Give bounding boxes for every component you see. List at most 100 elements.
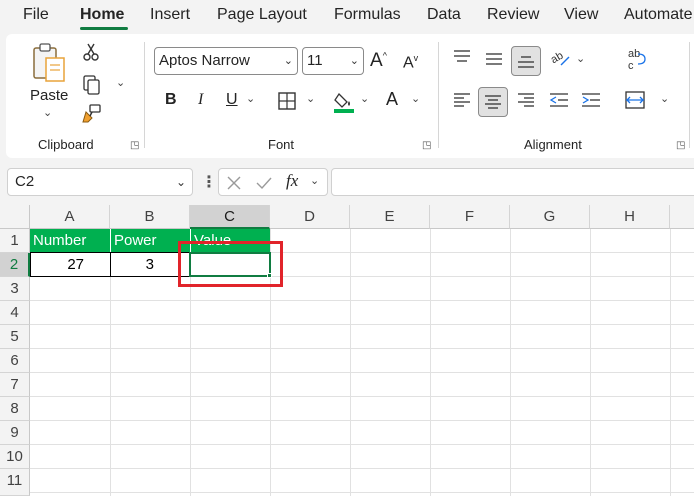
- column-header-c[interactable]: C: [190, 205, 270, 229]
- row-header-9[interactable]: 9: [0, 421, 30, 445]
- cell-a1[interactable]: Number: [30, 229, 110, 253]
- merge-dropdown-icon[interactable]: ⌄: [660, 92, 669, 105]
- column-header-a[interactable]: A: [30, 205, 110, 229]
- bottom-align-button[interactable]: [511, 46, 541, 76]
- tab-data[interactable]: Data: [427, 6, 461, 24]
- gridline: [670, 229, 671, 496]
- font-name-value: Aptos Narrow: [159, 52, 250, 69]
- column-header-b[interactable]: B: [110, 205, 190, 229]
- bold-icon[interactable]: B: [165, 91, 177, 109]
- cell-a2[interactable]: 27: [30, 252, 111, 277]
- row-header-1[interactable]: 1: [0, 229, 30, 253]
- gridline: [30, 324, 694, 325]
- orientation-icon[interactable]: ab: [549, 48, 571, 68]
- group-separator: [438, 42, 439, 148]
- chevron-down-icon: ⌄: [349, 55, 359, 67]
- align-center-button[interactable]: [478, 87, 508, 117]
- gridline: [590, 229, 591, 496]
- orientation-dropdown-icon[interactable]: ⌄: [576, 52, 585, 65]
- font-size-combo[interactable]: 11 ⌄: [302, 47, 364, 75]
- format-painter-icon[interactable]: [82, 104, 102, 124]
- font-color-dropdown-icon[interactable]: ⌄: [411, 92, 420, 105]
- fill-color-dropdown-icon[interactable]: ⌄: [360, 92, 369, 105]
- column-header-f[interactable]: F: [430, 205, 510, 229]
- svg-text:c: c: [628, 60, 634, 72]
- formula-buttons: fx ⌄: [218, 168, 328, 196]
- copy-icon[interactable]: [82, 74, 102, 96]
- chevron-down-icon[interactable]: ⌄: [176, 175, 186, 189]
- gridline: [430, 229, 431, 496]
- tab-formulas[interactable]: Formulas: [334, 6, 401, 24]
- gridline: [510, 229, 511, 496]
- gridline: [30, 420, 694, 421]
- underline-dropdown-icon[interactable]: ⌄: [246, 92, 255, 105]
- underline-icon[interactable]: U: [226, 91, 238, 109]
- column-header-partial[interactable]: [670, 205, 694, 229]
- increase-font-size-icon[interactable]: A^: [370, 50, 387, 72]
- row-header-3[interactable]: 3: [0, 277, 30, 301]
- gridline: [30, 468, 694, 469]
- column-header-e[interactable]: E: [350, 205, 430, 229]
- column-header-d[interactable]: D: [270, 205, 350, 229]
- row-header-10[interactable]: 10: [0, 445, 30, 469]
- align-right-icon[interactable]: [516, 92, 536, 108]
- decrease-font-size-icon[interactable]: Av: [403, 53, 418, 72]
- row-header-7[interactable]: 7: [0, 373, 30, 397]
- font-color-icon[interactable]: A: [386, 89, 398, 110]
- row-header-11[interactable]: 11: [0, 469, 30, 496]
- paste-label[interactable]: Paste: [30, 87, 68, 104]
- middle-align-icon[interactable]: [484, 51, 504, 67]
- group-separator: [144, 42, 145, 148]
- formula-input[interactable]: [331, 168, 694, 196]
- tab-view[interactable]: View: [564, 6, 598, 24]
- row-header-4[interactable]: 4: [0, 301, 30, 325]
- name-box-value: C2: [15, 173, 35, 190]
- align-center-icon: [485, 95, 501, 109]
- merge-center-icon[interactable]: [624, 90, 646, 110]
- font-name-combo[interactable]: Aptos Narrow ⌄: [154, 47, 298, 75]
- decrease-indent-icon[interactable]: [548, 92, 570, 108]
- highlight-box: [178, 241, 283, 287]
- select-all-button[interactable]: [0, 205, 30, 229]
- tab-home[interactable]: Home: [80, 6, 124, 24]
- top-align-icon[interactable]: [452, 49, 472, 65]
- tab-insert[interactable]: Insert: [150, 6, 190, 24]
- ribbon: Paste ⌄ ⌄ Clipboard ◳ Aptos Narrow ⌄ 11 …: [6, 34, 694, 158]
- gridline: [30, 396, 694, 397]
- gridline: [30, 348, 694, 349]
- increase-indent-icon[interactable]: [580, 92, 602, 108]
- row-header-2[interactable]: 2: [0, 253, 30, 277]
- wrap-text-icon[interactable]: ab c: [626, 47, 648, 73]
- clipboard-group-label: Clipboard: [38, 137, 94, 152]
- alignment-launcher-icon[interactable]: ◳: [676, 140, 685, 151]
- tab-file[interactable]: File: [23, 6, 49, 24]
- formula-bar-resize-handle[interactable]: ⋮: [201, 172, 217, 192]
- enter-icon[interactable]: [255, 175, 273, 191]
- row-header-6[interactable]: 6: [0, 349, 30, 373]
- column-header-h[interactable]: H: [590, 205, 670, 229]
- borders-dropdown-icon[interactable]: ⌄: [306, 92, 315, 105]
- align-left-icon[interactable]: [452, 92, 472, 108]
- italic-icon[interactable]: I: [198, 91, 203, 109]
- borders-icon[interactable]: [277, 91, 297, 111]
- chevron-down-icon[interactable]: ⌄: [310, 174, 319, 187]
- font-size-value: 11: [307, 52, 323, 69]
- font-launcher-icon[interactable]: ◳: [422, 140, 431, 151]
- tab-review[interactable]: Review: [487, 6, 539, 24]
- name-box[interactable]: C2 ⌄: [7, 168, 193, 196]
- insert-function-icon[interactable]: fx: [286, 171, 298, 191]
- cancel-icon[interactable]: [226, 175, 242, 191]
- clipboard-launcher-icon[interactable]: ◳: [130, 140, 139, 151]
- tab-page-layout[interactable]: Page Layout: [217, 6, 307, 24]
- row-header-5[interactable]: 5: [0, 325, 30, 349]
- paste-icon[interactable]: [30, 42, 70, 84]
- fill-color-icon[interactable]: [333, 90, 355, 114]
- group-separator: [689, 42, 690, 148]
- cut-icon[interactable]: [82, 42, 100, 62]
- tab-automate[interactable]: Automate: [624, 6, 692, 24]
- alignment-group-label: Alignment: [524, 137, 582, 152]
- paste-dropdown-icon[interactable]: ⌄: [43, 106, 52, 119]
- row-header-8[interactable]: 8: [0, 397, 30, 421]
- copy-dropdown-icon[interactable]: ⌄: [116, 76, 125, 89]
- column-header-g[interactable]: G: [510, 205, 590, 229]
